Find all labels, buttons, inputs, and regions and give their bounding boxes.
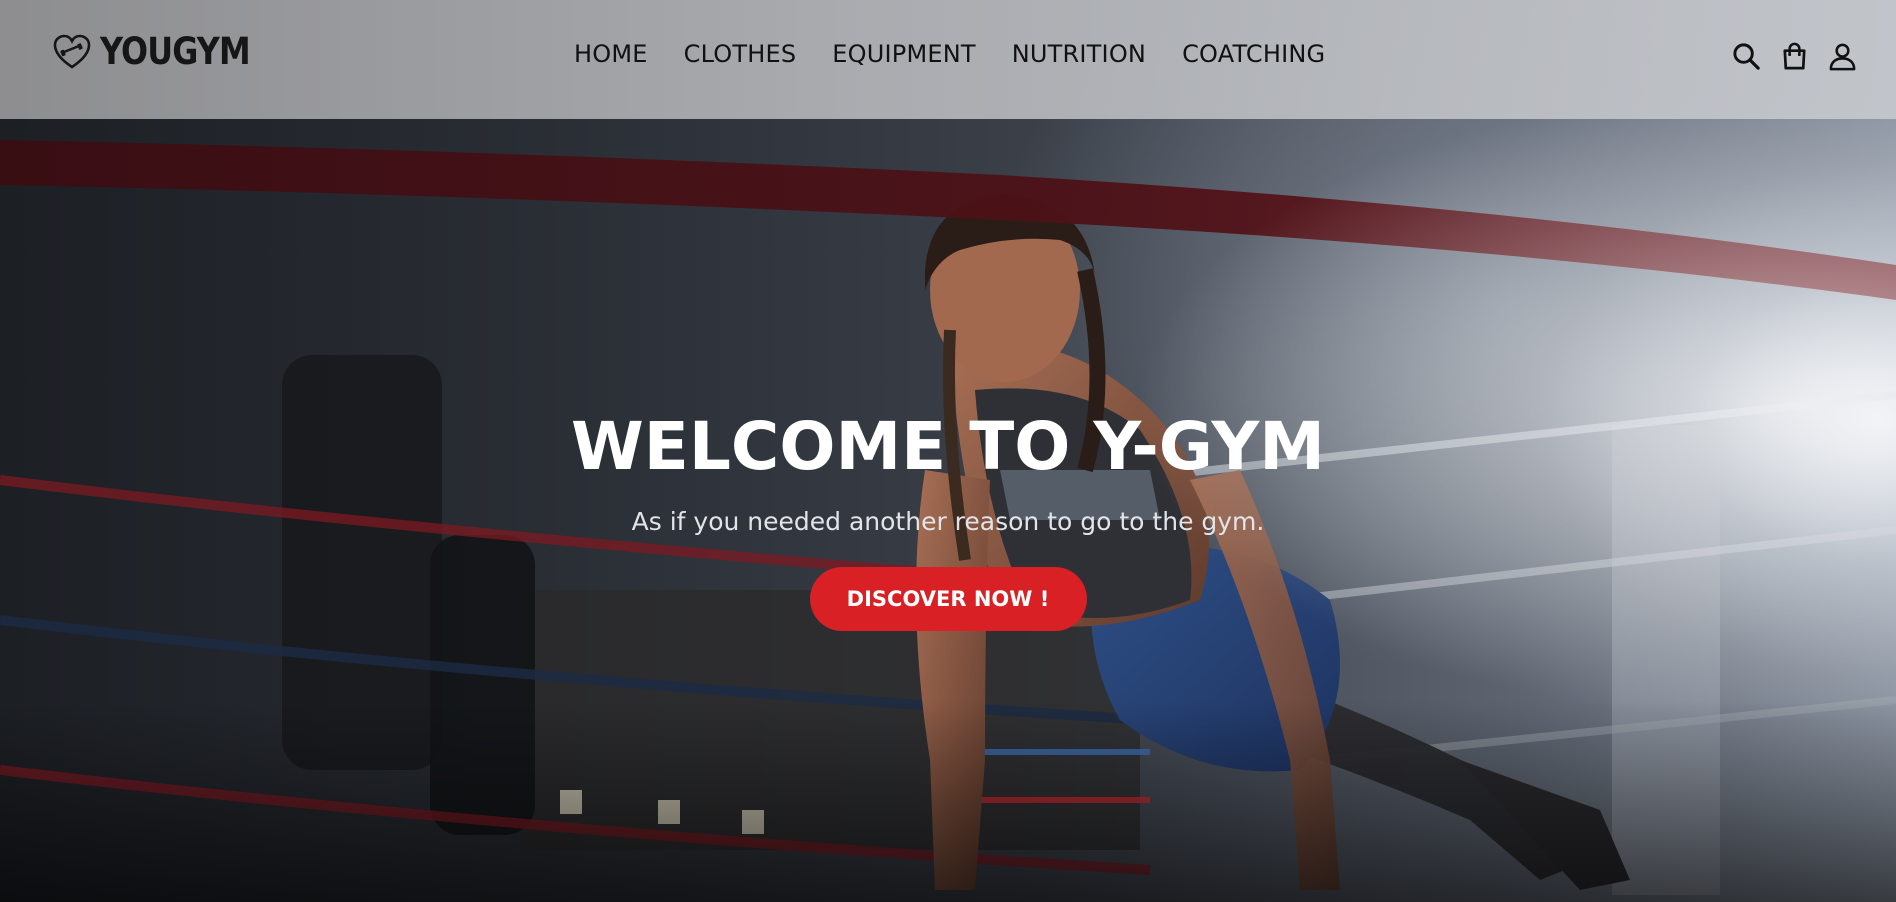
hero-title: WELCOME TO Y-GYM xyxy=(570,408,1325,485)
nav-item-coatching[interactable]: COATCHING xyxy=(1182,40,1325,68)
heart-dumbbell-icon xyxy=(53,34,91,69)
discover-now-button[interactable]: DISCOVER NOW ! xyxy=(809,567,1087,631)
search-icon[interactable] xyxy=(1731,41,1762,72)
nav-item-nutrition[interactable]: NUTRITION xyxy=(1012,40,1146,68)
hero-subtitle: As if you needed another reason to go to… xyxy=(631,507,1265,536)
page: YOUGYM HOME CLOTHES EQUIPMENT NUTRITION … xyxy=(0,0,1896,902)
shopping-bag-icon[interactable] xyxy=(1779,41,1810,72)
hero-section: WELCOME TO Y-GYM As if you needed anothe… xyxy=(0,405,1896,631)
user-icon[interactable] xyxy=(1827,41,1858,72)
header-actions xyxy=(1731,41,1858,72)
site-header: YOUGYM HOME CLOTHES EQUIPMENT NUTRITION … xyxy=(0,0,1896,119)
nav-item-equipment[interactable]: EQUIPMENT xyxy=(832,40,975,68)
brand-name: YOUGYM xyxy=(100,30,251,73)
brand-logo[interactable]: YOUGYM xyxy=(52,32,274,72)
main-navigation: HOME CLOTHES EQUIPMENT NUTRITION COATCHI… xyxy=(574,40,1325,68)
nav-item-clothes[interactable]: CLOTHES xyxy=(684,40,797,68)
nav-item-home[interactable]: HOME xyxy=(574,40,648,68)
